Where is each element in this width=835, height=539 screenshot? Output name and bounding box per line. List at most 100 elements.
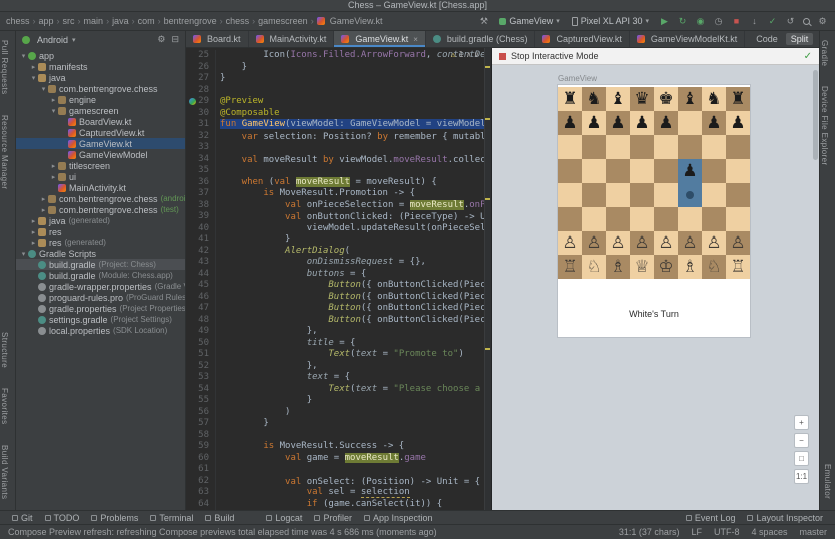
tree-item-settings-gradle[interactable]: settings.gradle(Project Settings) [16,314,185,325]
board-square[interactable]: ♞ [582,87,606,111]
tool-window-button-resource-manager[interactable]: Resource Manager [0,106,9,198]
encoding[interactable]: UTF-8 [714,527,740,537]
tree-item-local-properties[interactable]: local.properties(SDK Location) [16,325,185,336]
tree-expander-icon[interactable]: ▾ [19,52,28,60]
editor-tab-board-kt[interactable]: Board.kt [186,31,249,47]
zoom--[interactable]: □ [794,451,809,466]
board-square[interactable]: ♟ [702,111,726,135]
tree-item-mainactivity-kt[interactable]: MainActivity.kt [16,182,185,193]
tree-item-gradle-properties[interactable]: gradle.properties(Project Properties) [16,303,185,314]
view-mode-code[interactable]: Code [751,33,783,45]
tree-expander-icon[interactable]: ▸ [29,63,38,71]
board-square[interactable] [702,207,726,231]
board-square[interactable] [582,135,606,159]
tool-window-button-layout-inspector[interactable]: Layout Inspector [741,511,829,524]
board-square[interactable]: ♟ [630,111,654,135]
board-square[interactable] [630,207,654,231]
tree-item-res[interactable]: ▸res [16,226,185,237]
tree-item-manifests[interactable]: ▸manifests [16,61,185,72]
line-ending[interactable]: LF [691,527,702,537]
board-square[interactable]: ♖ [558,255,582,279]
board-square[interactable]: ♟ [678,159,702,183]
settings-gear-icon[interactable]: ⚙ [816,16,829,27]
board-square[interactable]: ♞ [702,87,726,111]
board-square[interactable]: ♟ [582,111,606,135]
board-square[interactable] [726,207,750,231]
tree-expander-icon[interactable]: ▸ [49,162,58,170]
indent-size[interactable]: 4 spaces [751,527,787,537]
board-square[interactable]: ♙ [654,231,678,255]
breadcrumb-item-main[interactable]: main [84,16,104,26]
breadcrumb-item-com[interactable]: com [138,16,155,26]
board-square[interactable] [726,135,750,159]
board-square[interactable]: ♕ [630,255,654,279]
board-square[interactable] [678,207,702,231]
editor-error-stripe[interactable] [484,48,491,510]
inspection-widget[interactable]: ⚠ 1 ∧ ∨ [451,50,479,59]
board-square[interactable]: ♛ [630,87,654,111]
board-square[interactable] [606,207,630,231]
board-square[interactable] [702,135,726,159]
board-square[interactable]: ♙ [582,231,606,255]
caret-position[interactable]: 31:1 (37 chars) [619,527,680,537]
board-square[interactable]: ♘ [702,255,726,279]
tool-window-button-event-log[interactable]: Event Log [680,511,742,524]
view-mode-split[interactable]: Split [786,33,814,45]
git-branch[interactable]: master [799,527,827,537]
tree-item-build-gradle[interactable]: build.gradle(Module: Chess.app) [16,270,185,281]
build-hammer-icon[interactable]: ⚒ [477,16,490,27]
tool-window-button-app-inspection[interactable]: App Inspection [358,511,439,524]
board-square[interactable]: ♙ [702,231,726,255]
tree-item-proguard-rules-pro[interactable]: proguard-rules.pro(ProGuard Rules for Ch [16,292,185,303]
zoom-1-1[interactable]: 1:1 [794,469,809,484]
zoom-in[interactable]: + [794,415,809,430]
breadcrumb-item-gameview-kt[interactable]: GameView.kt [330,16,383,26]
board-square[interactable] [678,111,702,135]
tree-item-com-bentrengrove-chess[interactable]: ▾com.bentrengrove.chess [16,83,185,94]
breadcrumb-item-app[interactable]: app [39,16,54,26]
board-square[interactable] [558,159,582,183]
tool-window-button-build[interactable]: Build [199,511,240,524]
board-square[interactable] [558,135,582,159]
tree-item-gradle-scripts[interactable]: ▾Gradle Scripts [16,248,185,259]
board-square[interactable] [582,183,606,207]
tool-window-button-gradle[interactable]: Gradle [820,31,829,75]
tool-window-button-device-file-explorer[interactable]: Device File Explorer [820,77,829,175]
tree-expander-icon[interactable]: ▸ [49,173,58,181]
board-square[interactable]: ♟ [654,111,678,135]
board-square[interactable]: ♟ [558,111,582,135]
zoom-out[interactable]: − [794,433,809,448]
tool-window-button-emulator[interactable]: Emulator [823,455,832,508]
board-square[interactable] [630,135,654,159]
board-square[interactable]: ♟ [606,111,630,135]
tree-item-build-gradle[interactable]: build.gradle(Project: Chess) [16,259,185,270]
tree-expander-icon[interactable]: ▸ [49,96,58,104]
git-commit-button[interactable]: ✓ [766,16,779,27]
tool-window-button-pull-requests[interactable]: Pull Requests [0,31,9,104]
profiler-button[interactable]: ◷ [712,16,725,27]
stop-interactive-mode-button[interactable]: Stop Interactive Mode [511,51,599,61]
next-warning-icon[interactable]: ∨ [474,50,479,59]
code-editor[interactable]: 25 Icon(Icons.Filled.ArrowForward, conte… [186,48,491,510]
board-square[interactable]: ♚ [654,87,678,111]
board-square[interactable]: ♝ [678,87,702,111]
breadcrumb-item-chess[interactable]: chess [6,16,30,26]
settings-gear-icon[interactable]: ⚙ [157,34,165,45]
tree-item-java[interactable]: ▸java(generated) [16,215,185,226]
run-config-selector[interactable]: GameView ▾ [496,16,562,26]
board-square[interactable]: ♔ [654,255,678,279]
board-square[interactable] [654,135,678,159]
tree-item-gameviewmodel[interactable]: GameViewModel [16,149,185,160]
tree-expander-icon[interactable]: ▾ [29,74,38,82]
git-update-button[interactable]: ↓ [748,16,761,26]
board-square[interactable]: ♝ [606,87,630,111]
tool-window-button-favorites[interactable]: Favorites [0,379,9,434]
board-square[interactable] [606,135,630,159]
board-square[interactable] [702,159,726,183]
preview-scrollbar[interactable] [813,70,818,160]
board-square[interactable]: ♙ [726,231,750,255]
tool-window-button-git[interactable]: Git [6,511,39,524]
board-square[interactable]: ♜ [726,87,750,111]
board-square[interactable]: ♘ [582,255,606,279]
board-square[interactable] [558,207,582,231]
